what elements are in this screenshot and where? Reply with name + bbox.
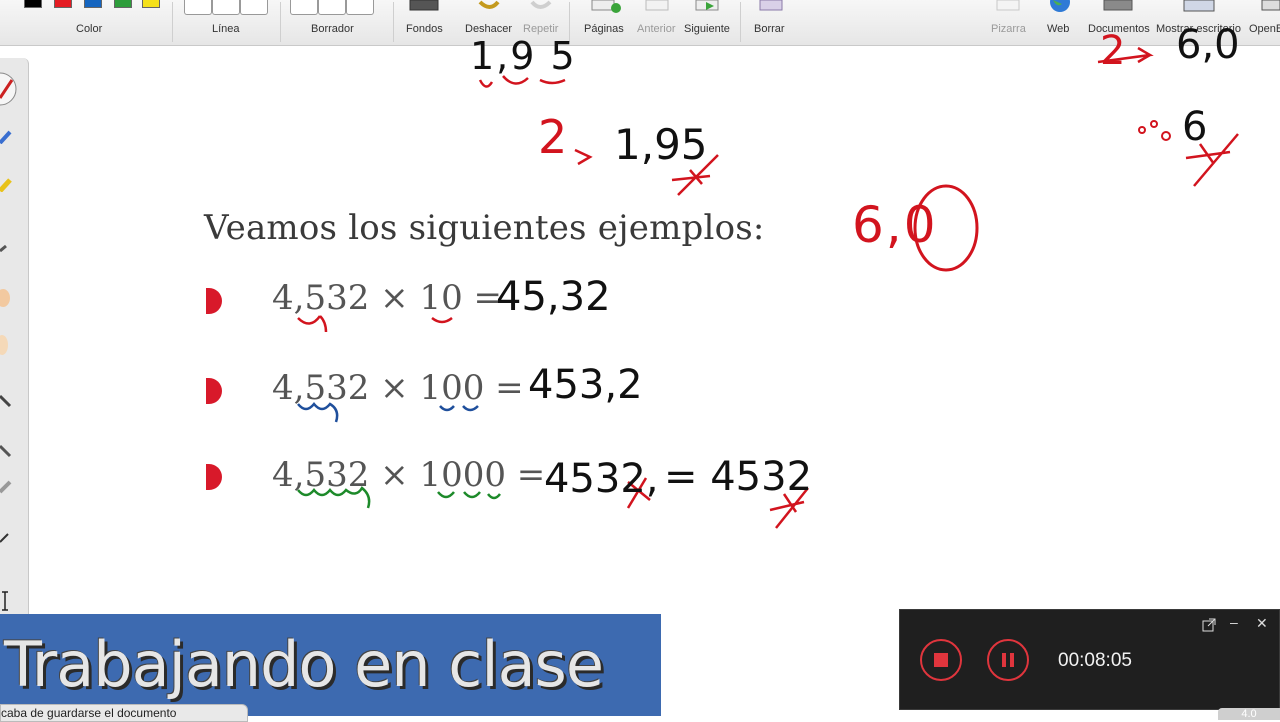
color-swatch-red[interactable] [54, 0, 72, 8]
bullet-icon [206, 288, 222, 314]
color-group: Color [12, 0, 168, 45]
section-banner: Trabajando en clase [0, 614, 661, 716]
eraser-group-label: Borrador [311, 23, 354, 35]
highlighter-icon[interactable] [0, 178, 20, 192]
ruler-icon[interactable] [0, 480, 20, 494]
pause-icon [1002, 653, 1006, 667]
web-label: Web [1047, 23, 1070, 35]
color-swatch-black[interactable] [24, 0, 42, 8]
line-width-thick[interactable] [240, 0, 268, 15]
banner-title: Trabajando en clase [4, 628, 604, 701]
corner-badge: 4.0 [1218, 708, 1280, 720]
eraser-group: Borrador [286, 0, 386, 45]
marker-icon[interactable] [0, 444, 20, 458]
stop-icon [934, 653, 948, 667]
backgrounds-label: Fondos [406, 23, 443, 35]
line-group-label: Línea [212, 23, 240, 35]
backgrounds-button[interactable]: Fondos [400, 0, 448, 45]
eraser-small[interactable] [290, 0, 318, 15]
previous-page-icon [645, 0, 669, 11]
example-1-answer: 45,32 [496, 274, 611, 320]
next-label: Siguiente [684, 23, 730, 35]
bullet-icon [206, 378, 222, 404]
example-3-answer-final: = 4532 [664, 454, 813, 500]
clear-label: Borrar [754, 23, 785, 35]
documents-icon [1103, 0, 1133, 11]
backgrounds-icon [409, 0, 439, 11]
ink-arrow-red [574, 148, 593, 166]
hand-tool-icon[interactable] [0, 288, 20, 308]
example-3-answer: 4532, [544, 456, 659, 502]
bullet-icon [206, 464, 222, 490]
whiteboard-button[interactable]: Pizarra [985, 0, 1031, 45]
text-tool-icon[interactable] [0, 590, 20, 612]
status-bar: caba de guardarse el documento [0, 704, 248, 722]
example-1-expression: 4,532 × 10 = [272, 278, 502, 318]
next-button[interactable]: Siguiente [682, 0, 732, 45]
pages-label: Páginas [584, 23, 624, 35]
whiteboard-label: Pizarra [991, 23, 1026, 35]
example-2-answer: 453,2 [528, 362, 643, 408]
example-2-expression: 4,532 × 100 = [272, 368, 524, 408]
open-button[interactable]: OpenB [1246, 0, 1280, 45]
web-button[interactable]: Web [1040, 0, 1080, 45]
eraser-medium[interactable] [318, 0, 346, 15]
open-label: OpenB [1249, 23, 1280, 35]
close-icon[interactable]: ✕ [1256, 615, 1268, 632]
ink-arc-red [297, 315, 453, 333]
open-icon [1261, 0, 1280, 11]
hand-step-value: 1,95 [614, 120, 708, 169]
pen-blue-icon[interactable] [0, 130, 20, 144]
globe-icon [1050, 0, 1070, 12]
pages-button[interactable]: Páginas [580, 0, 630, 45]
hand-step-label: 2 [538, 110, 568, 164]
popout-icon[interactable] [1202, 618, 1216, 635]
next-page-icon [695, 0, 719, 11]
pointer-tool-icon[interactable] [0, 238, 20, 252]
examples-heading: Veamos los siguientes ejemplos: [204, 208, 765, 248]
hand-right-top-label: 2 [1100, 28, 1126, 74]
tool-strip [0, 58, 29, 633]
brush-icon[interactable] [0, 394, 20, 408]
color-swatch-yellow[interactable] [142, 0, 160, 8]
hand-right-mid-value: 6 [1182, 104, 1208, 150]
ink-dot [1138, 126, 1146, 134]
line-tool-icon[interactable] [0, 530, 20, 544]
pause-recording-button[interactable] [987, 639, 1029, 681]
ink-dot [1150, 120, 1158, 128]
example-3-expression: 4,532 × 1000 = [272, 455, 546, 495]
toolbar: Color Línea Borrador Fondos Deshacer Rep… [0, 0, 1280, 46]
pen-selector-icon[interactable] [0, 72, 18, 106]
redo-icon [530, 0, 552, 9]
screen-recorder-widget: – ✕ 00:08:05 [899, 609, 1280, 710]
minimize-icon[interactable]: – [1230, 614, 1238, 630]
desktop-icon [1183, 0, 1215, 12]
color-swatch-green[interactable] [114, 0, 132, 8]
hand-top-partial: 1,9 5 [470, 34, 577, 78]
line-group: Línea [180, 0, 280, 45]
color-swatch-blue[interactable] [84, 0, 102, 8]
previous-label: Anterior [637, 23, 676, 35]
clear-button[interactable]: Borrar [748, 0, 794, 45]
stop-recording-button[interactable] [920, 639, 962, 681]
recording-timer: 00:08:05 [1058, 650, 1132, 671]
previous-button[interactable]: Anterior [634, 0, 680, 45]
eraser-large[interactable] [346, 0, 374, 15]
line-width-medium[interactable] [212, 0, 240, 15]
hand-select-icon[interactable] [0, 334, 20, 356]
color-group-label: Color [76, 23, 103, 35]
hand-red-value: 6,0 [852, 196, 938, 254]
ink-dot [1161, 131, 1171, 141]
clear-icon [759, 0, 783, 11]
whiteboard-icon [996, 0, 1020, 11]
pages-icon [591, 0, 621, 13]
line-width-thin[interactable] [184, 0, 212, 15]
hand-right-top-value: 6,0 [1176, 22, 1240, 68]
undo-icon [478, 0, 500, 9]
